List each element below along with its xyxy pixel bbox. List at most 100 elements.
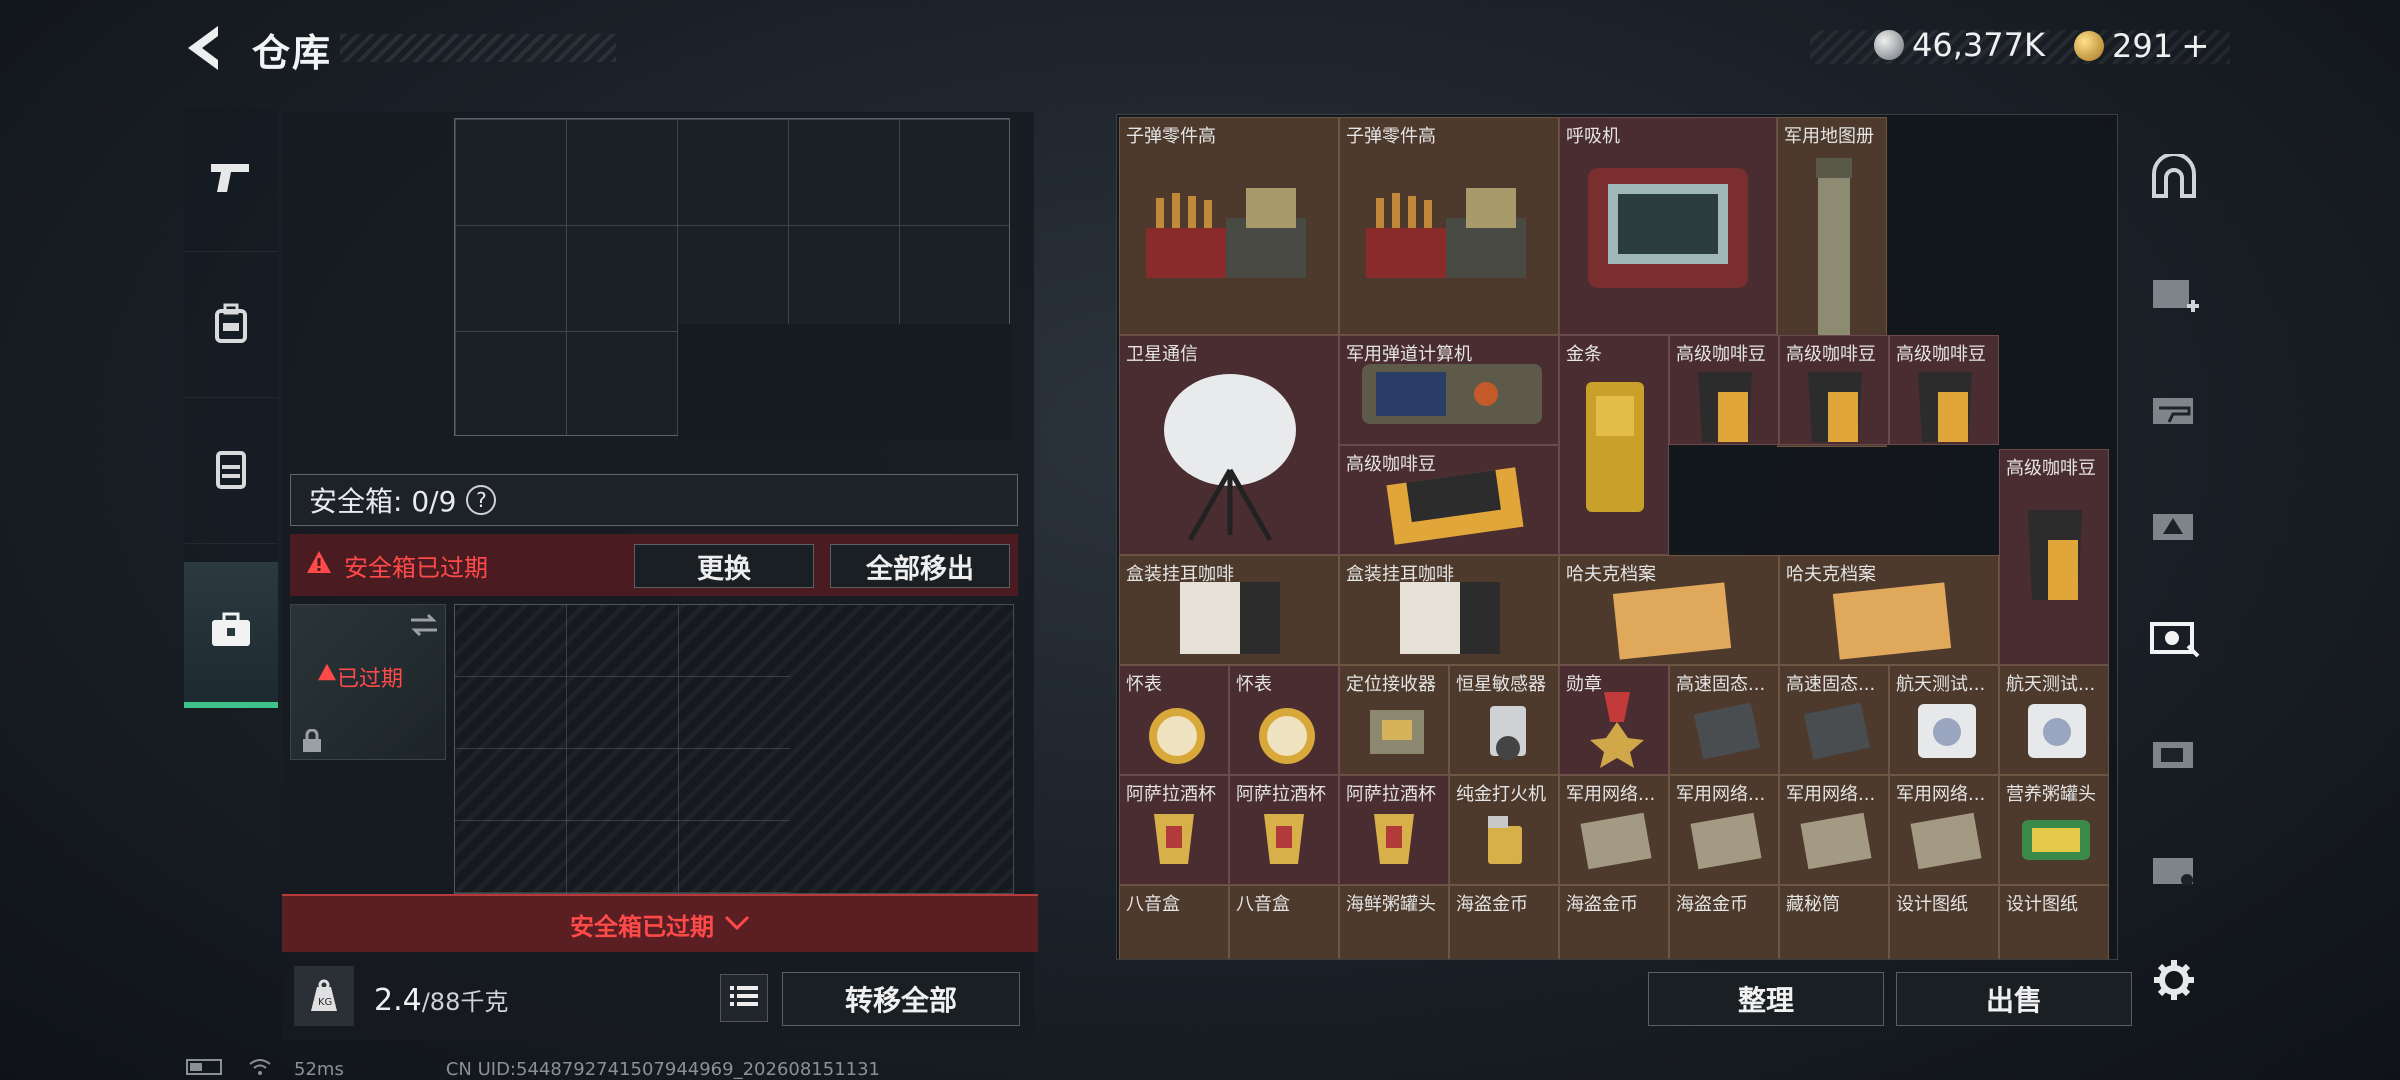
list-view-button[interactable]	[720, 974, 768, 1022]
tab-storage-main[interactable]	[2142, 146, 2206, 210]
item-cell[interactable]: 定位接收器	[1339, 665, 1449, 775]
back-icon[interactable]	[182, 22, 228, 74]
coffee-box-icon	[1400, 582, 1500, 654]
replace-button[interactable]: 更换	[634, 544, 814, 588]
item-cell[interactable]: 高级咖啡豆	[1339, 445, 1559, 555]
tab-storage-documents[interactable]	[2142, 722, 2206, 786]
item-cell[interactable]: 高级咖啡豆	[1889, 335, 1999, 445]
item-cell[interactable]: 盒装挂耳咖啡	[1119, 555, 1339, 665]
item-label: 金条	[1566, 344, 1602, 365]
item-cell[interactable]: 金条	[1559, 335, 1669, 555]
gold-amount: 291	[2112, 27, 2174, 65]
item-cell[interactable]: 八音盒	[1229, 885, 1339, 959]
item-cell[interactable]: 海盗金币	[1449, 885, 1559, 959]
help-icon[interactable]: ?	[466, 485, 497, 515]
item-cell[interactable]: 设计图纸	[1999, 885, 2109, 959]
item-cell[interactable]: 卫星通信	[1119, 335, 1339, 555]
coffee-bag-icon	[1698, 372, 1752, 442]
transfer-all-button[interactable]: 转移全部	[782, 972, 1020, 1026]
item-cell[interactable]: 八音盒	[1119, 885, 1229, 959]
item-cell[interactable]: 海盗金币	[1669, 885, 1779, 959]
item-label: 营养粥罐头	[2006, 784, 2096, 805]
item-label: 定位接收器	[1346, 674, 1436, 695]
item-cell[interactable]: 子弹零件高	[1339, 117, 1559, 335]
item-cell[interactable]: 哈夫克档案	[1559, 555, 1779, 665]
item-cell[interactable]: 盒装挂耳咖啡	[1339, 555, 1559, 665]
add-gold-button[interactable]: +	[2181, 26, 2210, 66]
svg-text:KG: KG	[318, 997, 332, 1008]
silver-currency: 46,377K	[1874, 26, 2045, 64]
item-cell[interactable]: 海盗金币	[1559, 885, 1669, 959]
lighter-icon	[1488, 816, 1522, 864]
item-label: 阿萨拉酒杯	[1236, 784, 1326, 805]
gold-currency[interactable]: 291 +	[2074, 26, 2210, 66]
tab-storage-misc[interactable]	[2142, 838, 2206, 902]
item-cell[interactable]: 怀表	[1229, 665, 1339, 775]
item-cell[interactable]: 勋章	[1559, 665, 1669, 775]
item-cell[interactable]: 设计图纸	[1889, 885, 1999, 959]
item-cell[interactable]: 高速固态...	[1669, 665, 1779, 775]
pistol-icon	[209, 160, 253, 198]
tab-storage-medical[interactable]	[2142, 262, 2206, 326]
collection-box-icon	[2148, 612, 2202, 664]
item-cell[interactable]: 航天测试...	[1999, 665, 2109, 775]
item-cell[interactable]: 高速固态...	[1779, 665, 1889, 775]
swap-icon[interactable]	[409, 613, 439, 641]
item-label: 航天测试...	[2006, 674, 2096, 695]
item-cell[interactable]: 高级咖啡豆	[1999, 449, 2109, 665]
gun-box-icon	[2149, 386, 2199, 434]
tab-storage-weapons[interactable]	[2142, 378, 2206, 442]
tab-safe-box[interactable]	[184, 562, 278, 708]
medal-icon	[1590, 692, 1644, 768]
item-cell[interactable]: 高级咖啡豆	[1669, 335, 1779, 445]
gold-bar-icon	[1586, 382, 1644, 512]
remove-all-button[interactable]: 全部移出	[830, 544, 1010, 588]
tab-weapons[interactable]	[184, 106, 278, 252]
item-cell[interactable]: 军用弹道计算机	[1339, 335, 1559, 445]
item-cell[interactable]: 阿萨拉酒杯	[1339, 775, 1449, 885]
ammo-parts-icon	[1366, 188, 1526, 278]
tab-backpack[interactable]	[184, 252, 278, 398]
item-cell[interactable]: 阿萨拉酒杯	[1229, 775, 1339, 885]
item-cell[interactable]: 藏秘筒	[1779, 885, 1889, 959]
item-cell[interactable]: 阿萨拉酒杯	[1119, 775, 1229, 885]
item-label: 航天测试...	[1896, 674, 1986, 695]
item-cell[interactable]: 纯金打火机	[1449, 775, 1559, 885]
item-cell[interactable]: 哈夫克档案	[1779, 555, 1999, 665]
item-cell[interactable]: 航天测试...	[1889, 665, 1999, 775]
tab-storage-gear[interactable]	[2142, 494, 2206, 558]
item-cell[interactable]: 呼吸机	[1559, 117, 1777, 335]
weight-max: /88千克	[421, 988, 509, 1016]
item-cell[interactable]: 军用网络...	[1779, 775, 1889, 885]
safe-box-capacity-text: 安全箱: 0/9	[309, 485, 457, 518]
item-cell[interactable]: 海鲜粥罐头	[1339, 885, 1449, 959]
item-label: 怀表	[1236, 674, 1272, 695]
pocket-watch-icon	[1259, 708, 1315, 764]
safe-box-case[interactable]: 已过期	[290, 604, 446, 760]
item-cell[interactable]: 军用网络...	[1559, 775, 1669, 885]
item-cell[interactable]: 怀表	[1119, 665, 1229, 775]
uid-display: CN UID:5448792741507944969_202608151131	[445, 1059, 881, 1080]
item-cell[interactable]: 高级咖啡豆	[1779, 335, 1889, 445]
item-label: 军用网络...	[1676, 784, 1766, 805]
ballistic-computer-icon	[1362, 364, 1542, 424]
safe-box-expired-footer[interactable]: 安全箱已过期	[282, 894, 1038, 952]
item-cell[interactable]: 子弹零件高	[1119, 117, 1339, 335]
network-module-icon	[1800, 812, 1872, 870]
lock-icon	[301, 728, 323, 757]
sort-button[interactable]: 整理	[1648, 972, 1884, 1026]
case-expired-label: 已过期	[337, 667, 404, 692]
warehouse-inventory: 子弹零件高 子弹零件高 呼吸机 军用地图册 卫星通信 军用弹道计算机 高级咖啡豆…	[1116, 114, 2118, 960]
item-cell[interactable]: 营养粥罐头	[1999, 775, 2109, 885]
warning-icon	[306, 550, 332, 580]
item-cell[interactable]: 恒星敏感器	[1449, 665, 1559, 775]
battery-icon	[186, 1059, 226, 1080]
item-cell[interactable]: 军用网络...	[1889, 775, 1999, 885]
coffee-box-icon	[1180, 582, 1280, 654]
item-label: 子弹零件高	[1346, 126, 1436, 147]
sell-button[interactable]: 出售	[1896, 972, 2132, 1026]
settings-button[interactable]	[2142, 950, 2206, 1014]
item-cell[interactable]: 军用网络...	[1669, 775, 1779, 885]
tab-storage-collectibles[interactable]	[2142, 606, 2208, 670]
tab-vest[interactable]	[184, 398, 278, 544]
